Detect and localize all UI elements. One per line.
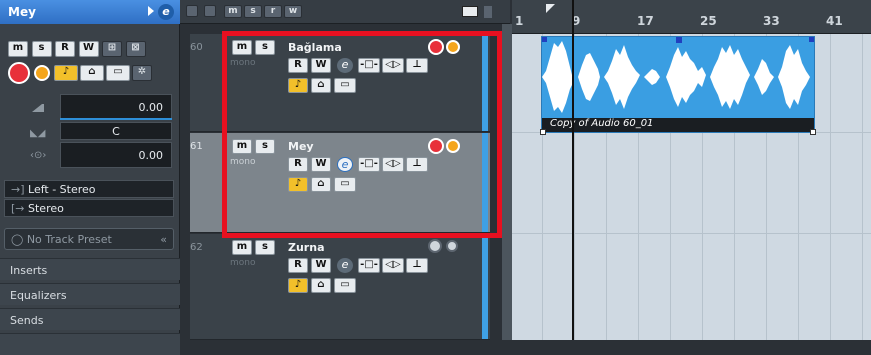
track-preset-field[interactable]: ◯ No Track Preset «: [4, 228, 174, 250]
filter-icon[interactable]: [204, 5, 216, 17]
event-label: Copy of Audio 60_01: [542, 118, 814, 132]
inspector-button-row: m s R W ⊞ ⊠: [8, 40, 173, 58]
inspector-panel: Mey e m s R W ⊞ ⊠ ♪ ⌂ ▭ ✲ 0.00 ◣◢ C ‹⊙› …: [0, 0, 180, 355]
send-bypass-icon[interactable]: ⊥: [406, 258, 428, 273]
volume-icon: [32, 104, 44, 112]
splitter-handle[interactable]: [502, 24, 512, 340]
collapse-icon[interactable]: [186, 5, 198, 17]
delay-icon: ‹⊙›: [30, 150, 47, 161]
monitor-icon[interactable]: [446, 240, 458, 252]
track-mono-label: mono: [230, 258, 256, 268]
output-routing[interactable]: [→ Stereo: [4, 199, 174, 217]
edit-channel-icon[interactable]: e: [158, 4, 174, 20]
event-handle-icon[interactable]: [809, 37, 814, 42]
input-icon: →]: [11, 183, 25, 196]
track-solo-button[interactable]: s: [255, 240, 275, 255]
waveform: [542, 41, 810, 113]
track-mute-button[interactable]: m: [232, 240, 252, 255]
insert-bypass-icon[interactable]: -□-: [358, 258, 380, 273]
section-sends-label: Sends: [10, 314, 44, 327]
event-handle-icon[interactable]: [542, 37, 547, 42]
highlight-box: [222, 31, 502, 238]
timeline-ruler[interactable]: 1 9 17 25 33 41: [512, 0, 871, 34]
section-inserts-label: Inserts: [10, 264, 48, 277]
event-volume-handle-icon[interactable]: [676, 37, 682, 43]
event-resize-handle-icon[interactable]: [540, 129, 546, 135]
volume-bar: [60, 118, 172, 120]
inspector-rec-row: ♪ ⌂ ▭ ✲: [8, 62, 173, 86]
record-enable-icon[interactable]: [428, 239, 442, 253]
track-number: 62: [190, 242, 203, 253]
expand-arrow-icon[interactable]: [148, 6, 154, 16]
freeze-icon[interactable]: ⊞: [102, 41, 122, 57]
output-routing-label: Stereo: [28, 202, 64, 215]
section-equalizers-label: Equalizers: [10, 289, 67, 302]
audio-event[interactable]: Copy of Audio 60_01: [540, 36, 816, 135]
track-row-62[interactable]: 62 m s Zurna mono R W e -□- ◁▷ ⊥ ♪ ⌂ ▭: [190, 234, 490, 340]
left-locator-icon[interactable]: [546, 4, 555, 13]
section-inserts[interactable]: Inserts: [0, 258, 180, 280]
preset-label: No Track Preset: [26, 233, 112, 246]
track-colors-icon[interactable]: [462, 6, 478, 17]
pan-field[interactable]: C: [60, 122, 172, 140]
global-mute-button[interactable]: m: [224, 5, 242, 18]
bypass-icon[interactable]: ⊠: [125, 41, 146, 57]
global-read-button[interactable]: r: [264, 5, 282, 18]
preset-arrow-icon[interactable]: «: [160, 233, 167, 246]
volume-field[interactable]: 0.00: [60, 94, 172, 120]
edit-channel-icon[interactable]: e: [337, 258, 353, 273]
pan-icon: ◣◢: [30, 128, 46, 139]
global-solo-button[interactable]: s: [244, 5, 262, 18]
timebase-icon[interactable]: ♪: [54, 65, 78, 81]
track-list-toolbar: m s r w: [180, 0, 510, 24]
timebase-icon[interactable]: ♪: [288, 278, 308, 293]
delay-field[interactable]: 0.00: [60, 142, 172, 168]
event-resize-handle-icon[interactable]: [810, 129, 816, 135]
inspector-title-bar[interactable]: Mey e: [0, 0, 180, 24]
track-read-button[interactable]: R: [288, 258, 308, 273]
monitor-icon[interactable]: [34, 65, 50, 81]
lock-icon[interactable]: ⌂: [311, 278, 331, 293]
settings-icon[interactable]: ✲: [132, 65, 152, 81]
ruler-bar-label: 1: [515, 14, 524, 28]
track-list-divider-icon[interactable]: [484, 6, 492, 18]
solo-button[interactable]: s: [31, 41, 52, 57]
track-number: 61: [190, 141, 203, 152]
input-routing-label: Left - Stereo: [28, 183, 96, 196]
track-color-strip: [482, 234, 488, 339]
track-number: 60: [190, 42, 203, 53]
record-enable-icon[interactable]: [8, 62, 30, 84]
lanes-icon[interactable]: ▭: [106, 65, 130, 81]
output-icon: [→: [11, 202, 25, 215]
lock-icon[interactable]: ⌂: [80, 65, 104, 81]
preset-icon: ◯: [11, 233, 24, 246]
inspector-track-name: Mey: [8, 5, 36, 19]
ruler-bar-label: 17: [637, 14, 654, 28]
section-more[interactable]: [0, 333, 180, 355]
eq-bypass-icon[interactable]: ◁▷: [382, 258, 404, 273]
ruler-bar-label: 41: [826, 14, 843, 28]
write-button[interactable]: W: [78, 41, 99, 57]
global-write-button[interactable]: w: [284, 5, 302, 18]
track-name[interactable]: Zurna: [288, 241, 325, 254]
input-routing[interactable]: →] Left - Stereo: [4, 180, 174, 198]
section-sends[interactable]: Sends: [0, 308, 180, 330]
section-equalizers[interactable]: Equalizers: [0, 283, 180, 305]
ruler-bar-label: 25: [700, 14, 717, 28]
mute-button[interactable]: m: [8, 41, 28, 57]
read-button[interactable]: R: [55, 41, 75, 57]
project-cursor[interactable]: [572, 0, 574, 340]
lanes-icon[interactable]: ▭: [334, 278, 356, 293]
track-write-button[interactable]: W: [311, 258, 331, 273]
ruler-bar-label: 33: [763, 14, 780, 28]
